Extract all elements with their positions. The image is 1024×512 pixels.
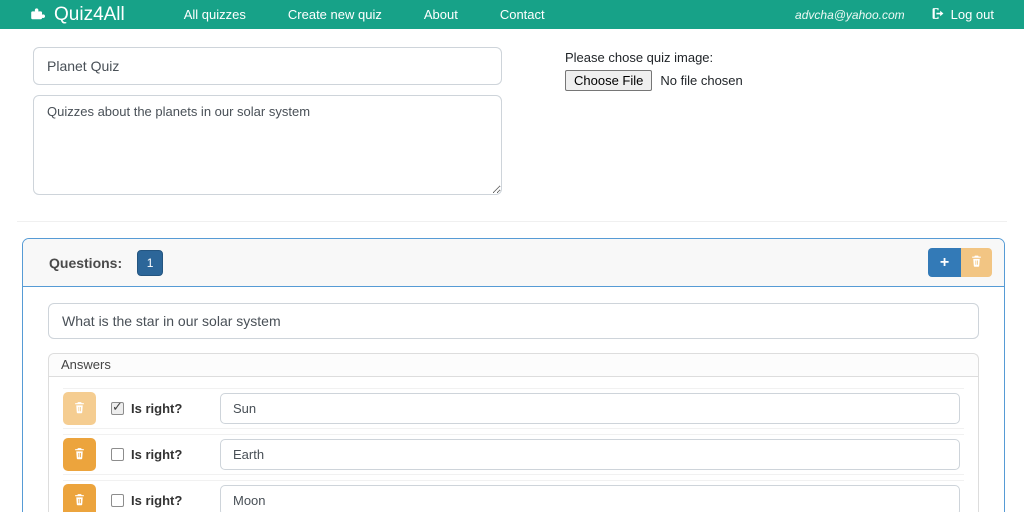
nav-item-about[interactable]: About xyxy=(403,0,479,29)
trash-icon xyxy=(73,446,86,464)
answer-row: ✓ Is right? xyxy=(63,480,964,512)
quiz-image-section: Please chose quiz image: Choose File No … xyxy=(565,47,743,195)
is-right-label: Is right? xyxy=(131,493,182,508)
file-chosen-status: No file chosen xyxy=(660,73,742,88)
is-right-checkbox[interactable]: ✓ xyxy=(111,402,124,415)
logout-button[interactable]: Log out xyxy=(931,7,994,23)
answers-header: Answers xyxy=(49,354,978,377)
trash-icon xyxy=(970,254,983,271)
navbar-right: advcha@yahoo.com Log out xyxy=(795,7,994,23)
answer-row: ✓ Is right? xyxy=(63,388,964,429)
trash-icon xyxy=(73,400,86,418)
section-divider xyxy=(17,221,1007,222)
is-right-checkbox[interactable]: ✓ xyxy=(111,494,124,507)
brand-link[interactable]: Quiz4All xyxy=(30,4,125,26)
is-right-checkbox[interactable]: ✓ xyxy=(111,448,124,461)
quiz-image-label: Please chose quiz image: xyxy=(565,50,743,65)
is-right-field: ✓ Is right? xyxy=(111,493,220,508)
question-actions: + xyxy=(928,248,992,277)
answer-text-input[interactable] xyxy=(220,439,960,470)
nav-item-all-quizzes[interactable]: All quizzes xyxy=(163,0,267,29)
logout-label: Log out xyxy=(951,7,994,22)
nav-item-contact[interactable]: Contact xyxy=(479,0,566,29)
questions-panel-body: Answers ✓ Is right? xyxy=(23,287,1004,512)
add-question-button[interactable]: + xyxy=(928,248,961,277)
quiz-title-input[interactable] xyxy=(33,47,502,85)
brand-label: Quiz4All xyxy=(54,4,125,26)
questions-panel-header: Questions: 1 + xyxy=(23,239,1004,287)
delete-answer-button[interactable] xyxy=(63,438,96,471)
plus-icon: + xyxy=(940,254,949,272)
questions-panel: Questions: 1 + Answers xyxy=(22,238,1005,512)
nav-item-create-new-quiz[interactable]: Create new quiz xyxy=(267,0,403,29)
answer-text-input[interactable] xyxy=(220,393,960,424)
puzzle-piece-icon xyxy=(30,6,47,23)
question-number-button[interactable]: 1 xyxy=(137,250,163,276)
is-right-field: ✓ Is right? xyxy=(111,447,220,462)
delete-question-button[interactable] xyxy=(961,248,992,277)
user-email: advcha@yahoo.com xyxy=(795,8,905,22)
question-text-input[interactable] xyxy=(48,303,979,339)
is-right-field: ✓ Is right? xyxy=(111,401,220,416)
questions-label: Questions: xyxy=(49,255,122,271)
navbar: Quiz4All All quizzes Create new quiz Abo… xyxy=(0,0,1024,29)
quiz-description-textarea[interactable]: Quizzes about the planets in our solar s… xyxy=(33,95,502,195)
quiz-meta-left: Quizzes about the planets in our solar s… xyxy=(33,47,502,195)
trash-icon xyxy=(73,492,86,510)
answers-body: ✓ Is right? ✓ Is xyxy=(49,377,978,512)
file-input[interactable]: Choose File No file chosen xyxy=(565,70,743,91)
logout-icon xyxy=(931,7,945,23)
delete-answer-button[interactable] xyxy=(63,484,96,512)
check-icon: ✓ xyxy=(112,399,123,415)
nav-links: All quizzes Create new quiz About Contac… xyxy=(163,0,566,29)
answer-row: ✓ Is right? xyxy=(63,434,964,475)
is-right-label: Is right? xyxy=(131,447,182,462)
delete-answer-button[interactable] xyxy=(63,392,96,425)
is-right-label: Is right? xyxy=(131,401,182,416)
answer-text-input[interactable] xyxy=(220,485,960,512)
quiz-meta-form: Quizzes about the planets in our solar s… xyxy=(0,29,1024,195)
choose-file-button[interactable]: Choose File xyxy=(565,70,652,91)
answers-panel: Answers ✓ Is right? xyxy=(48,353,979,512)
